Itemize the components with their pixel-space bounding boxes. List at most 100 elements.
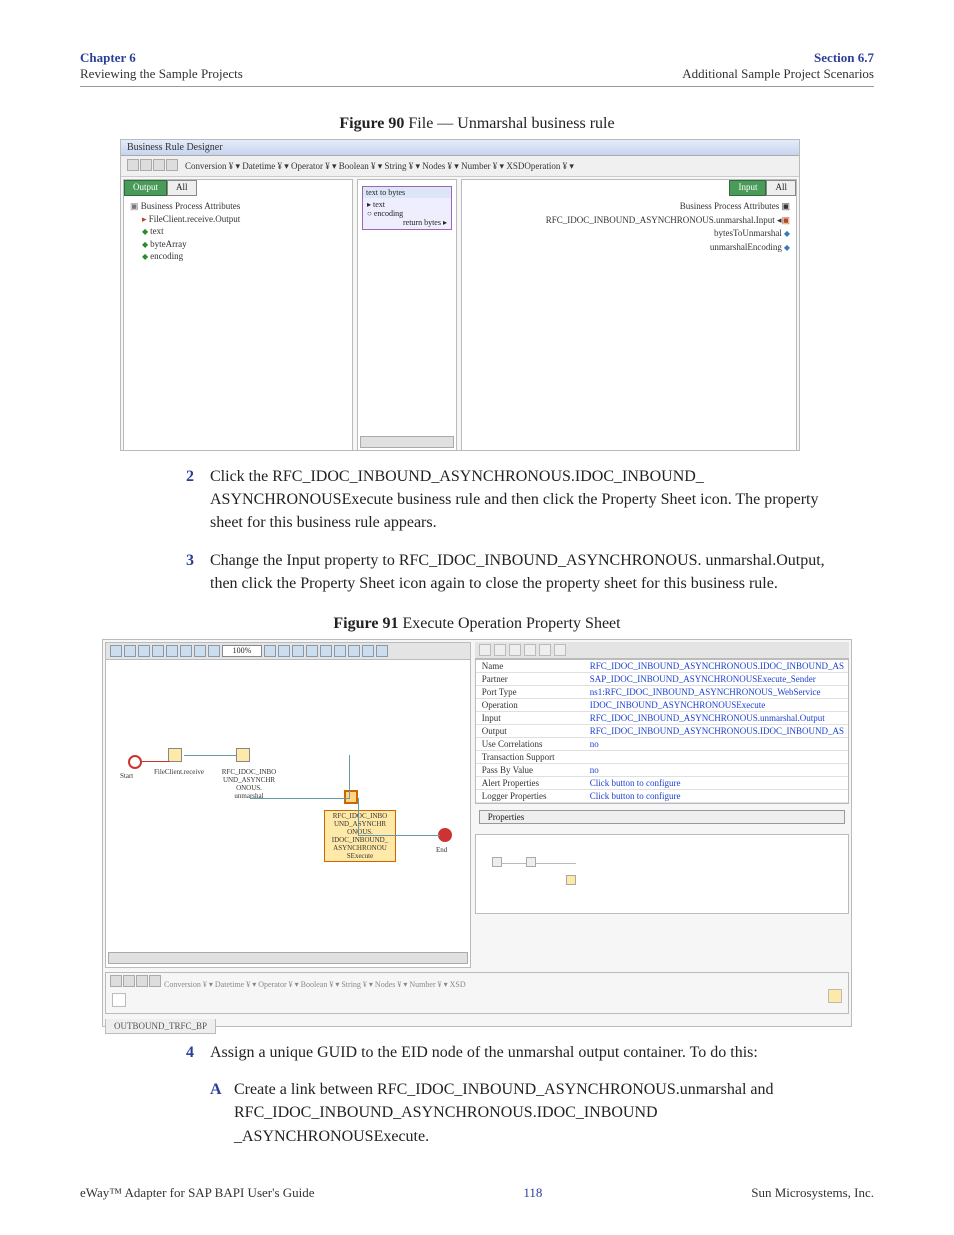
text-to-bytes-func[interactable]: text to bytes ▸ text ○ encoding return b… [362,186,452,230]
step-4-number: 4 [186,1041,210,1064]
add-icon[interactable] [127,159,139,171]
tree-attr-bytearray[interactable]: byteArray [142,239,187,249]
tool-icon[interactable] [334,645,346,657]
property-preview [475,834,849,914]
process-canvas-panel: 100% Start FileClient.receive RFC_IDOC_I… [105,642,471,968]
tree-unmarshal-input[interactable]: RFC_IDOC_INBOUND_ASYNCHRONOUS.unmarshal.… [468,214,790,228]
prop-row-correlations[interactable]: Use Correlationsno [476,738,848,751]
tool-icon[interactable] [362,645,374,657]
tool-icon[interactable] [348,645,360,657]
step-2-number: 2 [186,465,210,535]
prop-row-txsupport[interactable]: Transaction Support [476,751,848,764]
all-tab-left[interactable]: All [167,180,197,196]
tool-icon[interactable] [152,645,164,657]
figure-91-title: Execute Operation Property Sheet [398,615,620,632]
connector [250,755,350,799]
figure-91: 100% Start FileClient.receive RFC_IDOC_I… [102,639,852,1027]
prop-tool-icon[interactable] [539,644,551,656]
input-tab[interactable]: Input [729,180,766,196]
tool-icon[interactable] [124,645,136,657]
print-icon[interactable] [153,159,165,171]
end-node[interactable] [438,828,452,842]
header-right-sub: Additional Sample Project Scenarios [682,66,874,82]
canvas-scrollbar[interactable] [108,952,468,964]
start-node[interactable] [128,755,142,769]
step-3-number: 3 [186,549,210,595]
end-label: End [436,846,447,854]
tool-icon[interactable] [180,645,192,657]
unmarshal-node[interactable] [236,748,250,762]
page-footer: eWay™ Adapter for SAP BAPI User's Guide … [80,1185,874,1201]
connector [184,755,236,756]
tool-icon[interactable] [194,645,206,657]
preview-node [526,857,536,867]
designer-toolbar: Conversion ¥ ▾ Datetime ¥ ▾ Operator ¥ ▾… [121,156,799,177]
tree-root-right[interactable]: Business Process Attributes ▣ [468,200,790,214]
prop-row-porttype[interactable]: Port Typens1:RFC_IDOC_INBOUND_ASYNCHRONO… [476,686,848,699]
figure-90-title: File — Unmarshal business rule [404,115,614,132]
prop-tool-icon[interactable] [509,644,521,656]
tool-icon[interactable] [208,645,220,657]
prop-row-alert[interactable]: Alert PropertiesClick button to configur… [476,777,848,790]
prop-row-passbyvalue[interactable]: Pass By Valueno [476,764,848,777]
tool-icon[interactable] [278,645,290,657]
prop-tool-icon[interactable] [494,644,506,656]
bottom-toolbar-text[interactable]: Conversion ¥ ▾ Datetime ¥ ▾ Operator ¥ ▾… [164,980,466,989]
tree-attr-unmarshalencoding[interactable]: unmarshalEncoding [468,241,790,255]
tool-icon[interactable] [376,645,388,657]
page-header: Chapter 6 Reviewing the Sample Projects … [80,50,874,87]
prop-row-input[interactable]: InputRFC_IDOC_INBOUND_ASYNCHRONOUS.unmar… [476,712,848,725]
prop-row-name[interactable]: NameRFC_IDOC_INBOUND_ASYNCHRONOUS.IDOC_I… [476,660,848,673]
footer-right: Sun Microsystems, Inc. [751,1185,874,1201]
tool-icon[interactable] [320,645,332,657]
tree-file-output[interactable]: FileClient.receive.Output [149,214,240,224]
properties-button[interactable]: Properties [479,810,845,824]
toolbar-menus[interactable]: Conversion ¥ ▾ Datetime ¥ ▾ Operator ¥ ▾… [185,161,574,172]
delete-icon[interactable] [166,159,178,171]
step-4: 4 Assign a unique GUID to the EID node o… [186,1041,844,1064]
save-icon[interactable] [123,975,135,987]
prop-tool-icon[interactable] [479,644,491,656]
tree-attr-text[interactable]: text [142,226,164,236]
print-icon[interactable] [136,975,148,987]
all-tab-right[interactable]: All [766,180,796,196]
tool-icon[interactable] [166,645,178,657]
prop-row-output[interactable]: OutputRFC_IDOC_INBOUND_ASYNCHRONOUS.IDOC… [476,725,848,738]
step-2-text: Click the RFC_IDOC_INBOUND_ASYNCHRONOUS.… [210,465,844,535]
tool-icon[interactable] [110,645,122,657]
zoom-selector[interactable]: 100% [222,645,262,657]
tool-icon[interactable] [306,645,318,657]
save-icon[interactable] [140,159,152,171]
bottom-designer-panel: Conversion ¥ ▾ Datetime ¥ ▾ Operator ¥ ▾… [105,972,849,1014]
fileclient-receive-label: FileClient.receive [154,768,204,776]
bottom-right-node-icon [828,989,842,1003]
section-label: Section 6.7 [682,50,874,66]
prop-tool-icon[interactable] [554,644,566,656]
tool-icon[interactable] [138,645,150,657]
tree-attr-encoding[interactable]: encoding [142,251,183,261]
output-tab[interactable]: Output [124,180,167,196]
step-4-text: Assign a unique GUID to the EID node of … [210,1041,758,1064]
tree-attr-bytestounmarshal[interactable]: bytesToUnmarshal [468,227,790,241]
prop-row-partner[interactable]: PartnerSAP_IDOC_INBOUND_ASYNCHRONOUSExec… [476,673,848,686]
func-out-bytes: return bytes ▸ [367,218,447,227]
function-panel: text to bytes ▸ text ○ encoding return b… [357,179,457,451]
toolbar-icons [127,159,179,173]
tool-icon[interactable] [292,645,304,657]
tree-root-left[interactable]: Business Process Attributes [130,200,346,213]
mid-scrollbar[interactable] [360,436,454,448]
tool-icon[interactable] [264,645,276,657]
prop-row-logger[interactable]: Logger PropertiesClick button to configu… [476,790,848,803]
output-tree-panel: Output All Business Process Attributes ▸… [123,179,353,451]
prop-row-operation[interactable]: OperationIDOC_INBOUND_ASYNCHRONOUSExecut… [476,699,848,712]
delete-icon[interactable] [149,975,161,987]
add-icon[interactable] [110,975,122,987]
editor-tab[interactable]: OUTBOUND_TRFC_BP [105,1019,216,1034]
input-tree-panel: Input All Business Process Attributes ▣ … [461,179,797,451]
step-3: 3 Change the Input property to RFC_IDOC_… [186,549,844,595]
step-3-text: Change the Input property to RFC_IDOC_IN… [210,549,844,595]
prop-tool-icon[interactable] [524,644,536,656]
designer-titlebar: Business Rule Designer [121,140,799,156]
fileclient-receive-node[interactable] [168,748,182,762]
process-canvas[interactable]: Start FileClient.receive RFC_IDOC_INBO U… [106,660,470,966]
